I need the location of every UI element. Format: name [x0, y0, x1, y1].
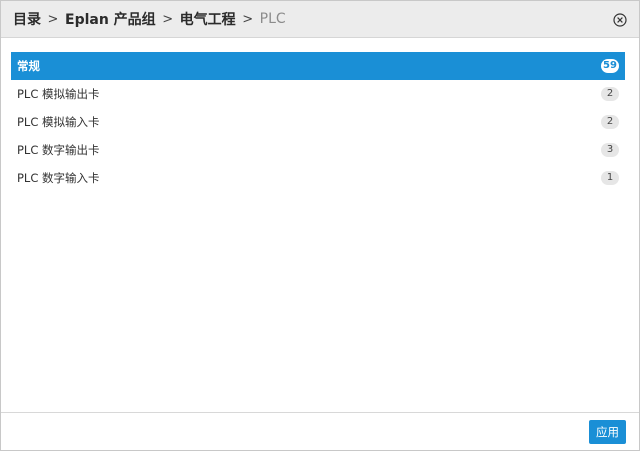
- breadcrumb-item-catalog[interactable]: 目录: [13, 9, 41, 29]
- close-circle-icon: [613, 13, 627, 27]
- count-badge: 2: [601, 115, 619, 129]
- breadcrumb-item-current: PLC: [259, 11, 286, 27]
- count-badge: 2: [601, 87, 619, 101]
- chevron-right-icon: >: [47, 11, 59, 27]
- list-item-label: PLC 模拟输入卡: [17, 115, 100, 129]
- count-badge: 59: [601, 59, 619, 73]
- list-item-label: PLC 数字输入卡: [17, 171, 100, 185]
- count-badge: 3: [601, 143, 619, 157]
- chevron-right-icon: >: [162, 11, 174, 27]
- list-item-analog-input[interactable]: PLC 模拟输入卡 2: [11, 108, 625, 136]
- list-item-label: PLC 模拟输出卡: [17, 87, 100, 101]
- count-badge: 1: [601, 171, 619, 185]
- breadcrumb: 目录 > Eplan 产品组 > 电气工程 > PLC: [13, 9, 286, 29]
- chevron-right-icon: >: [242, 11, 254, 27]
- apply-button[interactable]: 应用: [589, 420, 626, 444]
- category-dialog: 目录 > Eplan 产品组 > 电气工程 > PLC 常规 59 PLC 模拟…: [0, 0, 640, 451]
- list-item-label: PLC 数字输出卡: [17, 143, 100, 157]
- breadcrumb-item-electrical[interactable]: 电气工程: [180, 9, 236, 29]
- dialog-header: 目录 > Eplan 产品组 > 电气工程 > PLC: [1, 1, 639, 38]
- list-item-general[interactable]: 常规 59: [11, 52, 625, 80]
- list-item-digital-output[interactable]: PLC 数字输出卡 3: [11, 136, 625, 164]
- close-button[interactable]: [613, 12, 627, 27]
- list-item-analog-output[interactable]: PLC 模拟输出卡 2: [11, 80, 625, 108]
- list-item-label: 常规: [17, 59, 40, 73]
- breadcrumb-item-product-group[interactable]: Eplan 产品组: [65, 9, 156, 29]
- list-item-digital-input[interactable]: PLC 数字输入卡 1: [11, 164, 625, 192]
- category-list: 常规 59 PLC 模拟输出卡 2 PLC 模拟输入卡 2 PLC 数字输出卡 …: [11, 52, 625, 192]
- dialog-footer: 应用: [1, 412, 639, 450]
